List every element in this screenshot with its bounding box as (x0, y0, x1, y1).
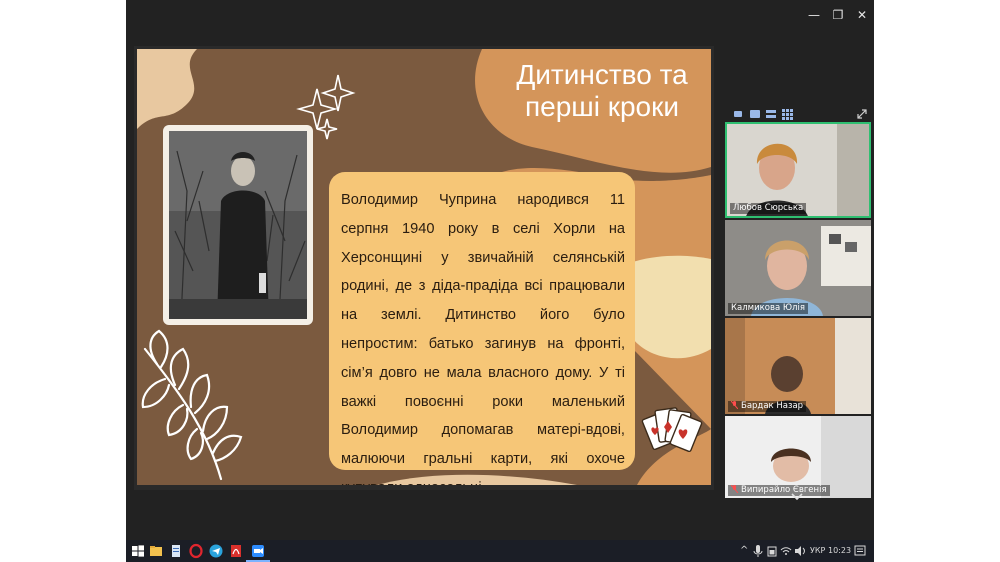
participant-video-2 (725, 220, 871, 316)
participant-tile-4[interactable]: Випирайло Євгенія (725, 416, 871, 498)
notifications-icon[interactable] (854, 543, 866, 559)
portrait-image (169, 131, 307, 319)
scroll-down-chevron-icon[interactable] (790, 492, 804, 502)
telegram-icon[interactable] (208, 543, 224, 559)
slide-title-line-1: Дитинство та (516, 59, 688, 90)
slide-title: Дитинство та перші кроки (497, 59, 707, 123)
file-explorer-icon[interactable] (148, 543, 164, 559)
taskbar: ^ УКР 10:23 (126, 540, 874, 562)
participant-tile-3[interactable]: Бардак Назар (725, 318, 871, 414)
portrait-photo (163, 125, 313, 325)
tray-overflow-caret[interactable]: ^ (740, 540, 748, 562)
participant-name-2: Калмикова Юлія (728, 303, 808, 314)
participant-name-1: Любов Сюрська (730, 203, 807, 214)
mic-muted-icon (731, 401, 738, 409)
participant-name-4: Випирайло Євгенія (728, 485, 830, 496)
biography-textbox: Володимир Чуприна народився 11 серпня 19… (329, 172, 635, 485)
expand-icon (857, 109, 867, 119)
participants-panel: Любов Сюрська Калмикова Юлія Бардак Наза… (724, 0, 874, 540)
presentation-slide: Дитинство та перші кроки Володимир Чупри… (137, 49, 711, 485)
slide-title-line-2: перші кроки (524, 91, 680, 122)
view-toolbar (734, 109, 867, 120)
mic-muted-icon (731, 485, 738, 493)
zoom-app-icon[interactable] (250, 543, 266, 559)
keyboard-language[interactable]: УКР (810, 540, 825, 562)
microphone-icon[interactable] (752, 543, 764, 559)
battery-icon[interactable] (766, 543, 778, 559)
clock-time[interactable]: 10:23 (828, 540, 851, 562)
volume-icon[interactable] (794, 543, 806, 559)
pdf-reader-icon[interactable] (228, 543, 244, 559)
windows-start-icon[interactable] (130, 543, 146, 559)
shared-screen: Дитинство та перші кроки Володимир Чупри… (134, 46, 714, 490)
participant-tile-2[interactable]: Калмикова Юлія (725, 220, 871, 316)
playing-cards-icon (641, 407, 703, 453)
participant-name-3: Бардак Назар (728, 401, 807, 412)
document-app-icon[interactable] (168, 543, 184, 559)
participant-video-3 (725, 318, 871, 414)
view-layout-icons (734, 109, 793, 120)
opera-browser-icon[interactable] (188, 543, 204, 559)
participant-tile-1[interactable]: Любов Сюрська (725, 122, 871, 218)
screen: — ❐ ✕ Дитинство та перші кроки Володимир… (126, 0, 874, 562)
wifi-icon[interactable] (780, 543, 792, 559)
biography-text: Володимир Чуприна народився 11 серпня 19… (341, 192, 625, 485)
